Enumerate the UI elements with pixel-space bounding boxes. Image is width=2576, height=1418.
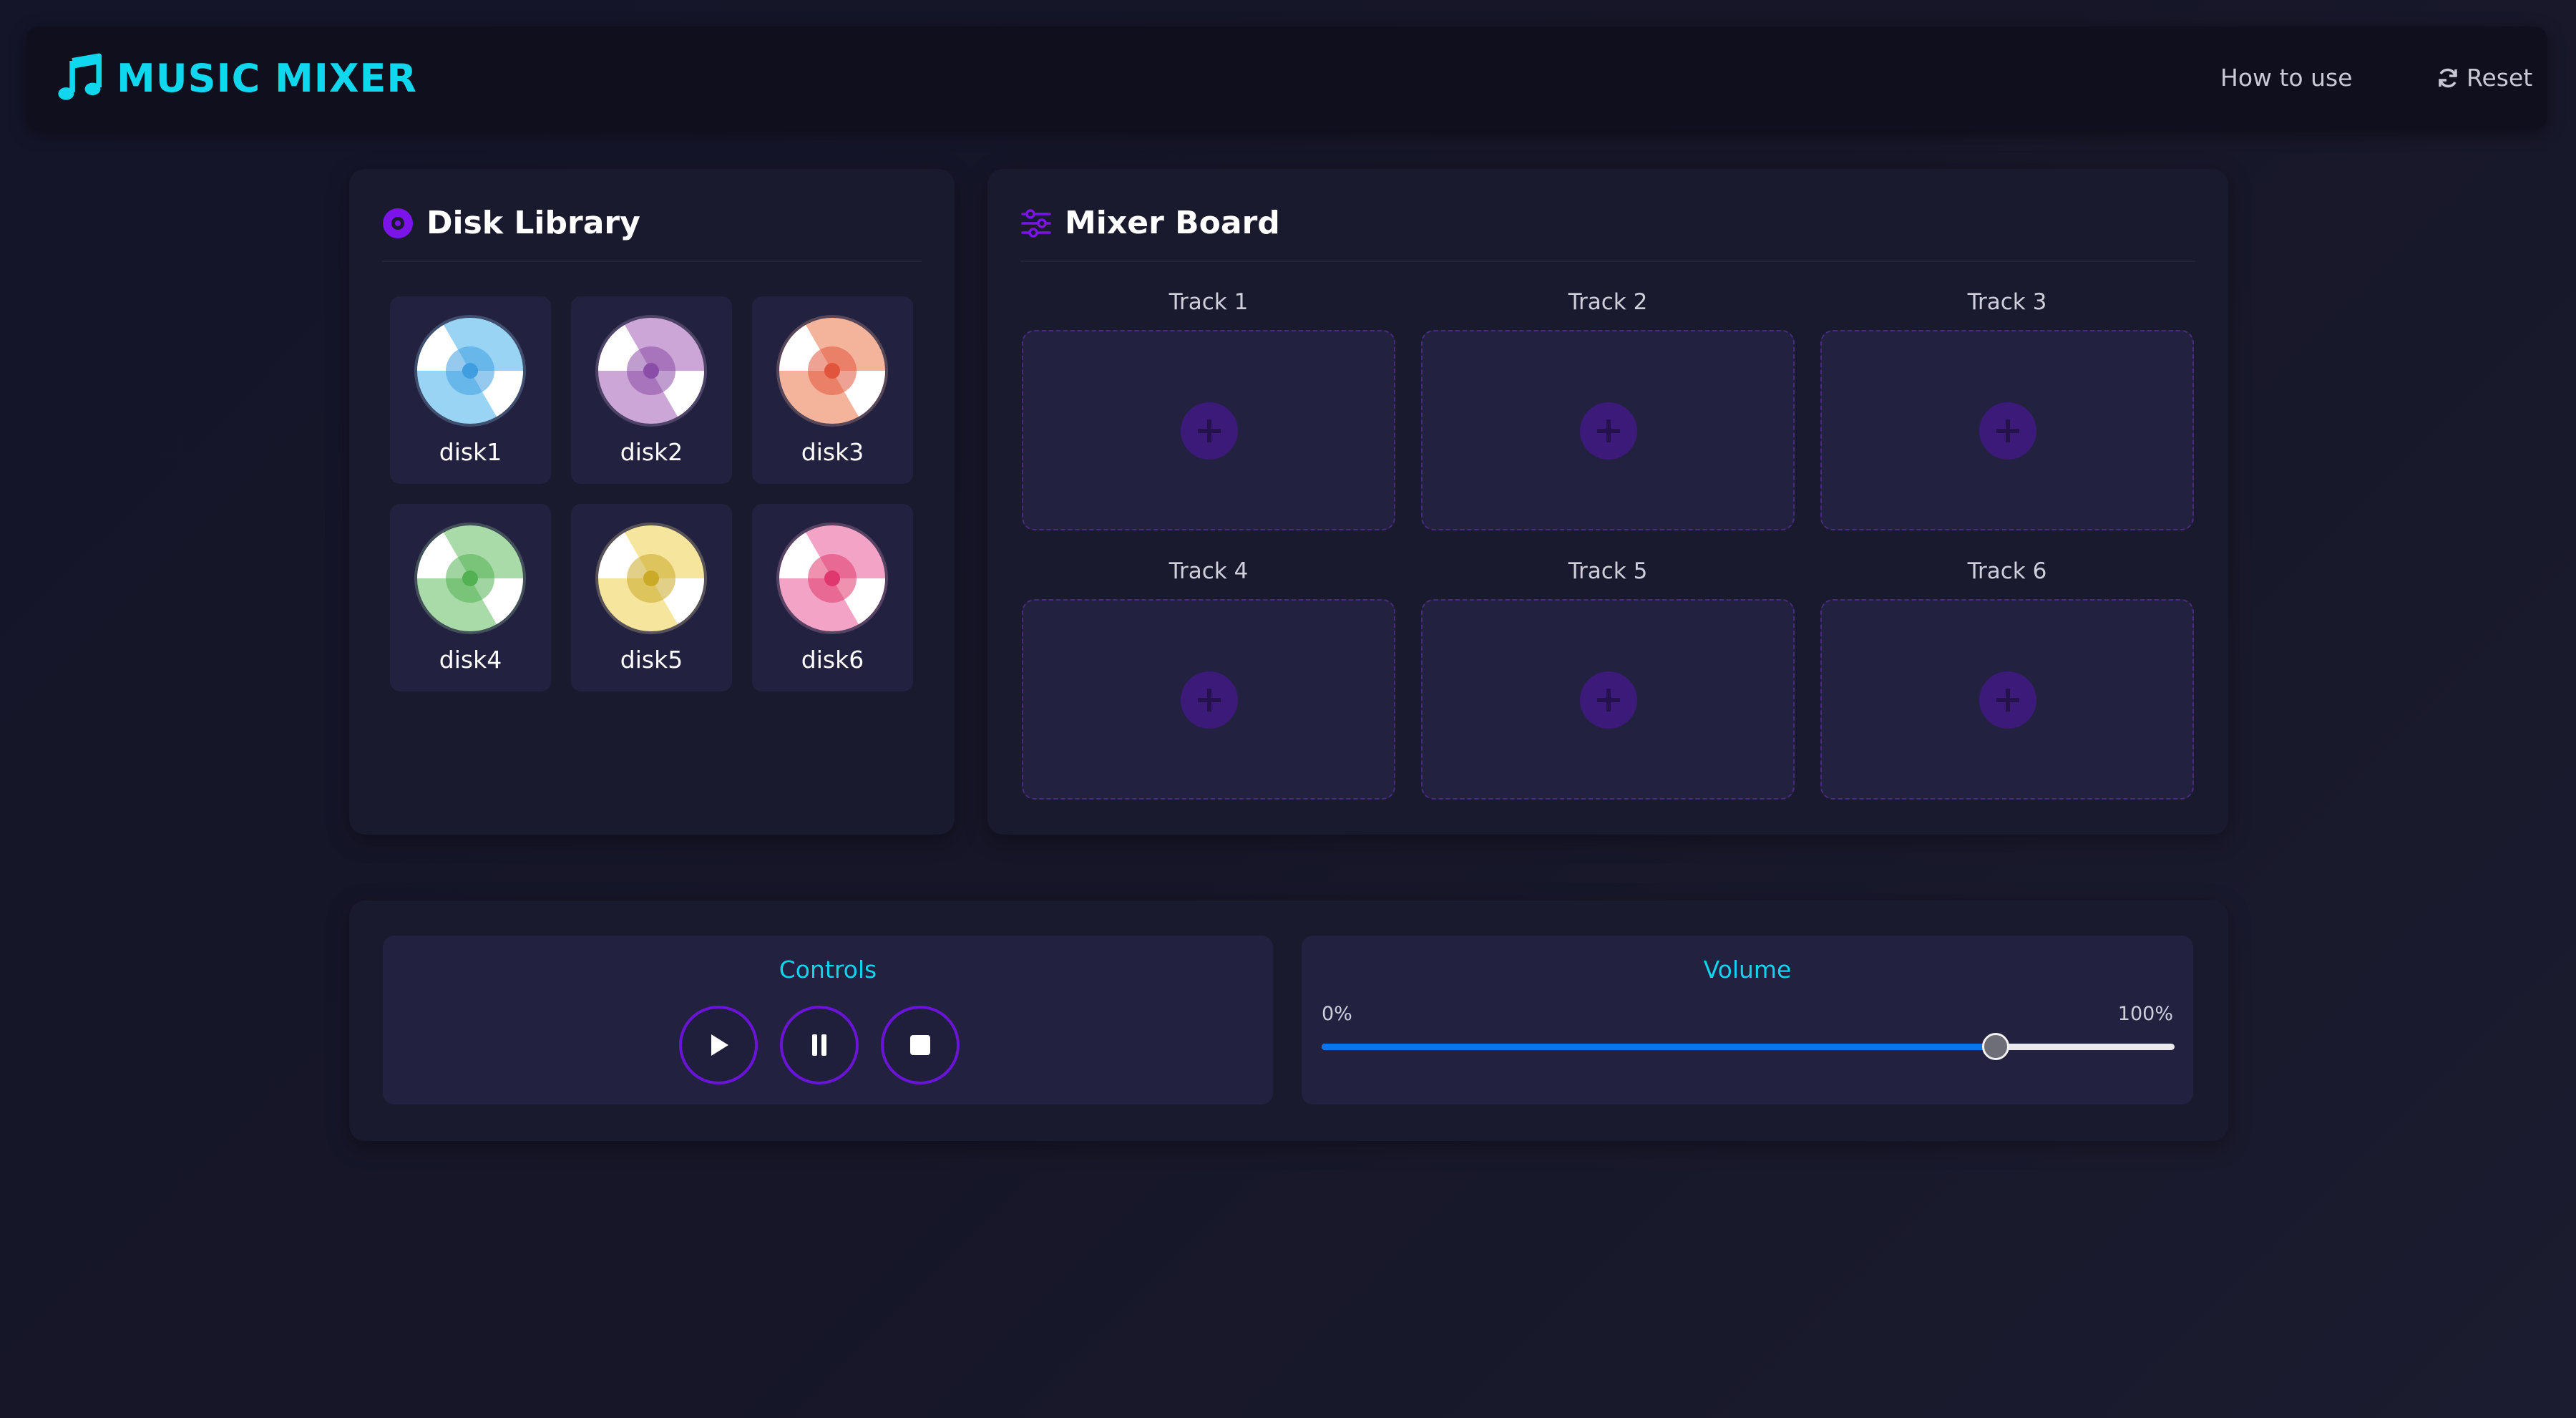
divider — [382, 261, 922, 262]
disc-icon — [383, 208, 413, 238]
track-label: Track 4 — [1169, 558, 1249, 584]
track-slot-6[interactable] — [1820, 599, 2194, 800]
disk-card-4[interactable]: disk4 — [390, 504, 551, 691]
disk-card-3[interactable]: disk3 — [752, 296, 913, 484]
add-icon[interactable] — [1580, 671, 1637, 729]
pause-button[interactable] — [780, 1006, 859, 1084]
add-icon[interactable] — [1979, 402, 2036, 460]
volume-title: Volume — [1703, 956, 1792, 984]
disk-name: disk2 — [620, 438, 683, 466]
mixer-board-title: Mixer Board — [1020, 205, 1280, 241]
track-slot-3[interactable] — [1820, 330, 2194, 530]
sliders-icon — [1021, 208, 1051, 238]
volume-fill — [1322, 1044, 1996, 1050]
vinyl-disk-icon — [595, 523, 707, 634]
volume-max-label: 100% — [2117, 1003, 2173, 1025]
track-slot-2[interactable] — [1421, 330, 1795, 530]
pause-icon — [812, 1034, 826, 1056]
app-header: MUSIC MIXER How to use Reset — [26, 26, 2547, 130]
vinyl-disk-icon — [414, 523, 526, 634]
track-slot-4[interactable] — [1022, 599, 1395, 800]
track-label: Track 2 — [1568, 289, 1648, 315]
disk-name: disk6 — [801, 646, 864, 674]
disk-card-2[interactable]: disk2 — [571, 296, 732, 484]
app-title: MUSIC MIXER — [117, 55, 417, 101]
track-label: Track 3 — [1967, 289, 2047, 315]
add-icon[interactable] — [1979, 671, 2036, 729]
mixer-board-heading: Mixer Board — [1065, 205, 1280, 241]
play-icon — [711, 1034, 728, 1056]
reset-label: Reset — [2467, 64, 2533, 92]
disk-library-title: Disk Library — [382, 205, 640, 241]
volume-slider[interactable] — [1322, 1033, 2175, 1060]
track-slot-5[interactable] — [1421, 599, 1795, 800]
track-slot-1[interactable] — [1022, 330, 1395, 530]
divider — [1020, 261, 2195, 262]
mixer-board-panel: Mixer Board Track 1 Track 2 Track 3 Trac… — [987, 169, 2228, 835]
track-label: Track 5 — [1568, 558, 1648, 584]
controls-title: Controls — [779, 956, 877, 984]
playback-panel: Controls Volume 0% 100% — [349, 900, 2228, 1141]
music-note-icon — [58, 53, 102, 100]
disk-library-panel: Disk Library disk1 disk2 disk3 disk4 dis… — [349, 169, 955, 835]
disk-name: disk3 — [801, 438, 864, 466]
play-button[interactable] — [679, 1006, 758, 1084]
refresh-icon — [2439, 68, 2457, 87]
add-icon[interactable] — [1181, 671, 1238, 729]
track-label: Track 6 — [1967, 558, 2047, 584]
disk-library-heading: Disk Library — [426, 205, 640, 241]
stop-icon — [910, 1035, 930, 1055]
vinyl-disk-icon — [414, 315, 526, 427]
volume-thumb[interactable] — [1981, 1033, 2009, 1060]
disk-name: disk5 — [620, 646, 683, 674]
vinyl-disk-icon — [595, 315, 707, 427]
add-icon[interactable] — [1580, 402, 1637, 460]
disk-name: disk4 — [439, 646, 502, 674]
disk-card-5[interactable]: disk5 — [571, 504, 732, 691]
volume-section: Volume 0% 100% — [1302, 936, 2193, 1104]
app-logo: MUSIC MIXER — [55, 53, 417, 102]
reset-button[interactable]: Reset — [2436, 64, 2532, 92]
disk-name: disk1 — [439, 438, 502, 466]
track-label: Track 1 — [1169, 289, 1249, 315]
add-icon[interactable] — [1181, 402, 1238, 460]
disk-card-1[interactable]: disk1 — [390, 296, 551, 484]
vinyl-disk-icon — [776, 315, 888, 427]
volume-min-label: 0% — [1322, 1003, 1352, 1025]
disk-card-6[interactable]: disk6 — [752, 504, 913, 691]
how-to-use-link[interactable]: How to use — [2220, 64, 2353, 92]
controls-section: Controls — [383, 936, 1273, 1104]
vinyl-disk-icon — [776, 523, 888, 634]
stop-button[interactable] — [881, 1006, 960, 1084]
